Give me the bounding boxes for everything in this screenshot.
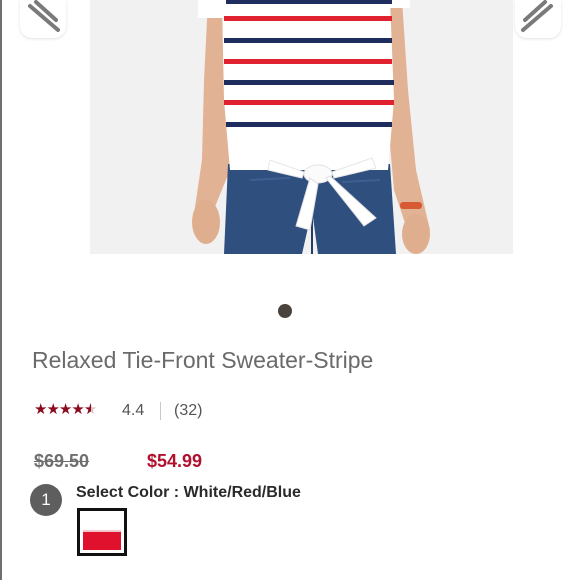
carousel-prev-button[interactable] xyxy=(20,0,66,38)
star-icon: ★ xyxy=(46,401,59,418)
star-icon: ★ xyxy=(58,401,72,418)
chevron-left-icon xyxy=(28,0,60,32)
product-image[interactable] xyxy=(90,0,513,254)
page-left-border xyxy=(0,0,2,580)
star-icon: ★ xyxy=(71,401,84,418)
product-title: Relaxed Tie-Front Sweater-Stripe xyxy=(32,347,374,373)
carousel-dot-active[interactable] xyxy=(278,304,292,318)
rating-divider xyxy=(160,402,161,420)
product-photo xyxy=(90,0,513,254)
review-count-link[interactable]: (32) xyxy=(174,402,202,420)
step-number-badge: 1 xyxy=(30,484,62,516)
swatch-white-band xyxy=(83,514,121,530)
original-price: $69.50 xyxy=(34,451,90,471)
swatch-red-band xyxy=(83,532,121,550)
color-swatch-white-red-blue[interactable] xyxy=(77,508,127,556)
carousel-next-button[interactable] xyxy=(515,0,561,38)
star-half-icon: ★ xyxy=(83,401,97,418)
star-icon: ★ xyxy=(34,401,47,418)
sale-price: $54.99 xyxy=(147,451,203,471)
select-color-label: Select Color : White/Red/Blue xyxy=(76,484,301,501)
rating-stars[interactable]: ★ ★ ★ ★ ★ xyxy=(34,401,97,418)
chevron-right-icon xyxy=(521,0,553,32)
rating-value: 4.4 xyxy=(122,402,145,419)
